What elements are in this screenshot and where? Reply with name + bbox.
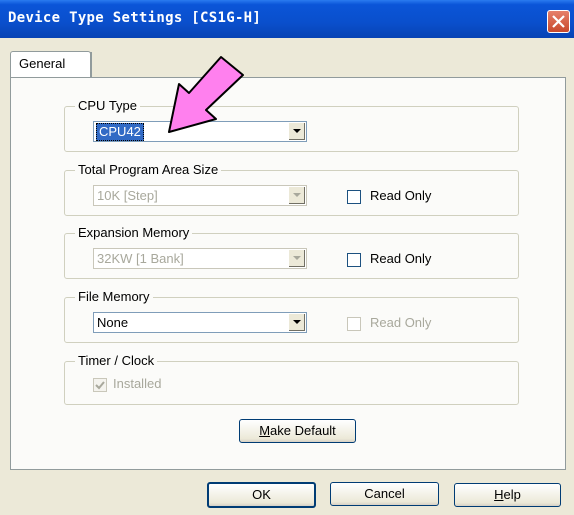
program-area-group: Total Program Area Size 10K [Step] Read …	[64, 162, 519, 216]
tab-general-label: General	[19, 56, 66, 71]
close-icon	[552, 15, 565, 28]
timer-clock-label: Timer / Clock	[75, 353, 158, 368]
program-area-readonly-checkbox[interactable]	[347, 190, 361, 204]
file-memory-select[interactable]: None	[93, 312, 307, 333]
ok-label: OK	[252, 487, 271, 502]
help-label: elp	[503, 487, 521, 502]
tab-general[interactable]: General	[10, 51, 91, 78]
chevron-down-icon	[293, 320, 301, 324]
program-area-dropdown-button[interactable]	[288, 187, 305, 204]
file-memory-readonly-label: Read Only	[370, 315, 432, 330]
close-button[interactable]	[547, 10, 570, 33]
expansion-memory-readonly-checkbox[interactable]	[347, 253, 361, 267]
make-default-accel: M	[259, 423, 271, 438]
help-button[interactable]: Help	[454, 483, 561, 507]
tab-shadow	[90, 52, 92, 77]
program-area-select[interactable]: 10K [Step]	[93, 185, 307, 206]
make-default-button[interactable]: Make Default	[239, 419, 356, 443]
chevron-down-icon	[293, 256, 301, 260]
expansion-memory-label: Expansion Memory	[75, 225, 193, 240]
timer-installed-label: Installed	[113, 376, 162, 391]
expansion-memory-group: Expansion Memory 32KW [1 Bank] Read Only	[64, 225, 519, 279]
cancel-label: Cancel	[364, 486, 405, 501]
expansion-memory-dropdown-button[interactable]	[288, 250, 305, 267]
cpu-type-group: CPU Type CPU42	[64, 98, 519, 152]
cancel-button[interactable]: Cancel	[330, 482, 439, 506]
ok-button[interactable]: OK	[207, 482, 316, 508]
file-memory-label: File Memory	[75, 289, 153, 304]
window-title: Device Type Settings [CS1G-H]	[8, 10, 262, 26]
file-memory-dropdown-button[interactable]	[288, 314, 305, 331]
dialog-window: Device Type Settings [CS1G-H] General CP…	[0, 0, 574, 515]
cpu-type-label: CPU Type	[75, 98, 141, 113]
title-bar[interactable]: Device Type Settings [CS1G-H]	[0, 0, 574, 38]
program-area-label: Total Program Area Size	[75, 162, 222, 177]
file-memory-group: File Memory None Read Only	[64, 289, 519, 343]
program-area-value: 10K [Step]	[97, 188, 158, 203]
expansion-memory-select[interactable]: 32KW [1 Bank]	[93, 248, 307, 269]
make-default-label: ake Default	[270, 423, 336, 438]
chevron-down-icon	[293, 193, 301, 197]
cpu-type-dropdown-button[interactable]	[288, 123, 305, 140]
timer-installed-checkbox[interactable]	[93, 378, 107, 392]
annotation-arrow-icon	[168, 56, 244, 133]
program-area-readonly-label: Read Only	[370, 188, 432, 203]
expansion-memory-value: 32KW [1 Bank]	[97, 251, 184, 266]
file-memory-readonly-checkbox[interactable]	[347, 317, 361, 331]
help-accel: H	[494, 487, 504, 502]
timer-clock-group: Timer / Clock Installed	[64, 353, 519, 405]
cpu-type-value: CPU42	[96, 123, 144, 141]
expansion-memory-readonly-label: Read Only	[370, 251, 432, 266]
checkmark-icon	[95, 381, 105, 390]
tab-panel-general: CPU Type CPU42 Total Program Area Size 1…	[10, 77, 566, 470]
chevron-down-icon	[293, 129, 301, 133]
file-memory-value: None	[97, 315, 129, 330]
